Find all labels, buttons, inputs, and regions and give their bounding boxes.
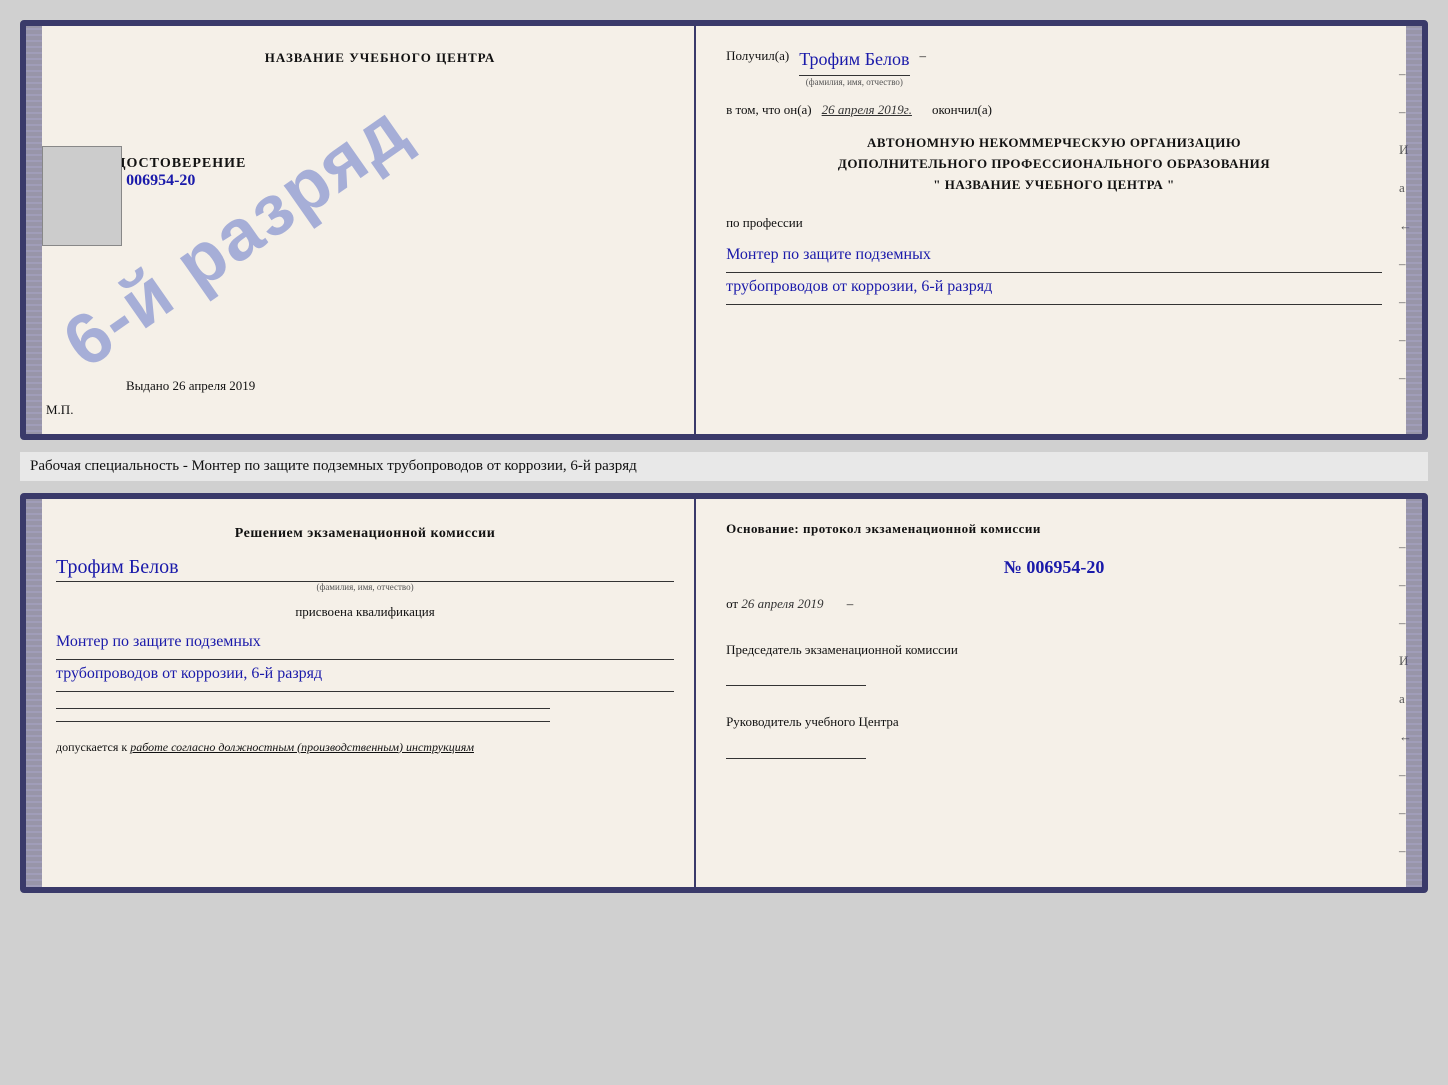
bot-title: Решением экзаменационной комиссии <box>56 523 674 544</box>
profession-label: по профессии <box>726 215 1382 231</box>
okoncil-label: окончил(а) <box>932 100 992 120</box>
bot-date-line: от 26 апреля 2019 – <box>726 596 1382 612</box>
vydano-date: 26 апреля 2019 <box>173 378 256 393</box>
vydano-line: Выдано 26 апреля 2019 <box>126 378 255 394</box>
doc-left: НАЗВАНИЕ УЧЕБНОГО ЦЕНТРА 6-й разряд УДОС… <box>26 26 696 434</box>
profession-block: Монтер по защите подземных трубопроводов… <box>726 241 1382 305</box>
profession-line2: трубопроводов от коррозии, 6-й разряд <box>726 273 1382 305</box>
bot-protocol-number: № 006954-20 <box>726 557 1382 578</box>
bot-recipient-name: Трофим Белов <box>56 556 674 582</box>
recipient-name: Трофим Белов <box>799 46 909 76</box>
predsedatel-label: Председатель экзаменационной комиссии <box>726 640 1382 660</box>
bot-profession-block: Монтер по защите подземных трубопроводов… <box>56 628 674 692</box>
dopuskaetsya-text: допускается к работе согласно должностны… <box>56 740 674 755</box>
org-line2: ДОПОЛНИТЕЛЬНОГО ПРОФЕССИОНАЛЬНОГО ОБРАЗО… <box>726 154 1382 175</box>
rukovoditel-label: Руководитель учебного Центра <box>726 712 1382 732</box>
bot-ot-prefix: от <box>726 596 738 611</box>
org-block: АВТОНОМНУЮ НЕКОММЕРЧЕСКУЮ ОРГАНИЗАЦИЮ ДО… <box>726 133 1382 195</box>
bottom-document: Решением экзаменационной комиссии Трофим… <box>20 493 1428 893</box>
dash1: – <box>920 46 927 66</box>
profession-line1: Монтер по защите подземных <box>726 241 1382 273</box>
blank-line-2 <box>56 721 550 722</box>
rukovoditel-signature-line <box>726 758 866 759</box>
middle-text: Рабочая специальность - Монтер по защите… <box>20 452 1428 481</box>
udost-number: № 006954-20 <box>106 172 246 190</box>
bot-name-block: Трофим Белов (фамилия, имя, отчество) <box>56 552 674 592</box>
vydano-prefix: Выдано <box>126 378 169 393</box>
bot-blank-lines <box>56 708 674 722</box>
poluchil-row: Получил(а) Трофим Белов (фамилия, имя, о… <box>726 46 1382 90</box>
org-quote: " НАЗВАНИЕ УЧЕБНОГО ЦЕНТРА " <box>726 175 1382 196</box>
bot-name-hint: (фамилия, имя, отчество) <box>56 582 674 592</box>
right-texture <box>1406 26 1422 434</box>
bot-profession-line2: трубопроводов от коррозии, 6-й разряд <box>56 660 674 692</box>
page-wrapper: НАЗВАНИЕ УЧЕБНОГО ЦЕНТРА 6-й разряд УДОС… <box>20 20 1428 893</box>
org-line1: АВТОНОМНУЮ НЕКОММЕРЧЕСКУЮ ОРГАНИЗАЦИЮ <box>726 133 1382 154</box>
blank-line-1 <box>56 708 550 709</box>
bot-dash1: – <box>847 596 854 611</box>
udostoverenie-label: УДОСТОВЕРЕНИЕ <box>106 156 246 172</box>
name-hint: (фамилия, имя, отчество) <box>799 76 909 90</box>
dopuskaetsya-italic: работе согласно должностным (производств… <box>130 740 474 754</box>
bot-left: Решением экзаменационной комиссии Трофим… <box>26 499 696 887</box>
predsedatel-signature-line <box>726 685 866 686</box>
prisvoena-label: присвоена квалификация <box>56 604 674 620</box>
photo-placeholder <box>42 146 122 246</box>
bot-ot-date: 26 апреля 2019 <box>741 596 823 611</box>
top-document: НАЗВАНИЕ УЧЕБНОГО ЦЕНТРА 6-й разряд УДОС… <box>20 20 1428 440</box>
mp-label: М.П. <box>46 402 73 418</box>
bot-profession-line1: Монтер по защите подземных <box>56 628 674 660</box>
bot-right-texture <box>1406 499 1422 887</box>
center-title: НАЗВАНИЕ УЧЕБНОГО ЦЕНТРА <box>265 50 496 66</box>
vtom-row: в том, что он(а) 26 апреля 2019г. окончи… <box>726 100 1382 120</box>
dopuskaetsya-prefix: допускается к <box>56 740 127 754</box>
bot-right-title: Основание: протокол экзаменационной коми… <box>726 519 1382 539</box>
udostoverenie-block: УДОСТОВЕРЕНИЕ № 006954-20 <box>106 156 246 190</box>
doc-right: Получил(а) Трофим Белов (фамилия, имя, о… <box>696 26 1422 434</box>
vtom-label: в том, что он(а) <box>726 100 812 120</box>
completion-date: 26 апреля 2019г. <box>822 100 912 120</box>
poluchil-label: Получил(а) <box>726 46 789 66</box>
bot-right: Основание: протокол экзаменационной коми… <box>696 499 1422 887</box>
